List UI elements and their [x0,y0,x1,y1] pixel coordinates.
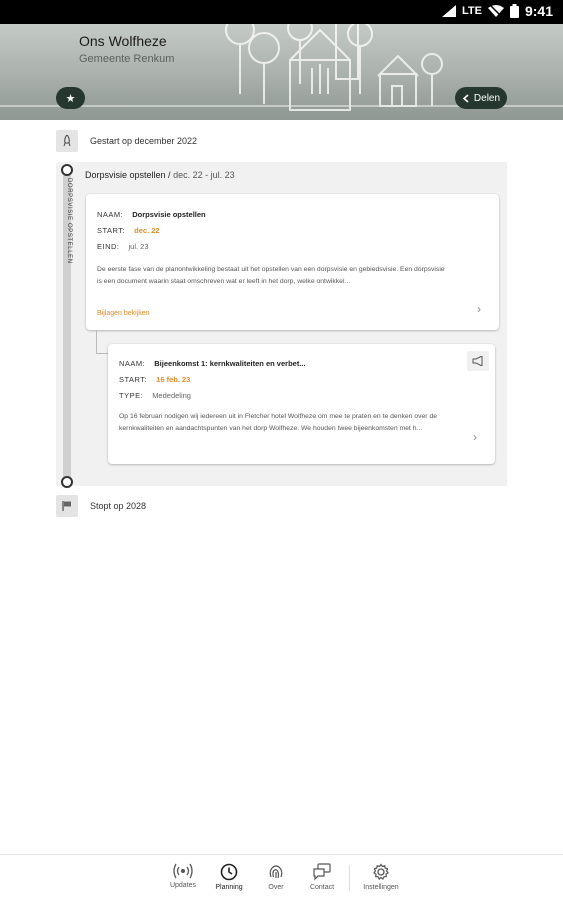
card-connector [96,330,108,354]
update-description: Op 16 februari nodigen wij iedereen uit … [119,413,438,432]
network-type: LTE [462,5,482,17]
chevron-right-icon[interactable]: › [473,430,483,444]
phase-card[interactable]: NAAM: Dorpsvisie opstellen START: dec. 2… [86,194,499,330]
tab-divider [349,865,350,891]
fingerprint-icon [269,865,283,879]
flag-icon [56,495,78,517]
tab-over[interactable]: Over [251,863,301,891]
clock-icon [220,863,238,881]
chat-icon [313,863,331,881]
tab-instellingen[interactable]: Instellingen [356,863,406,891]
tab-contact[interactable]: Contact [297,863,347,891]
start-label: Gestart op december 2022 [90,136,198,146]
rocket-icon [56,130,78,152]
attachments-link[interactable]: Bijlagen bekijken [97,310,150,317]
phase-dates: dec. 22 - jul. 23 [173,170,235,180]
chevron-right-icon[interactable]: › [477,302,487,316]
phase-start-row: START: dec. 22 [97,226,160,235]
update-name-row: NAAM: Bijeenkomst 1: kernkwaliteiten en … [119,359,306,368]
phase-name-row: NAAM: Dorpsvisie opstellen [97,210,206,219]
status-bar: LTE 9:41 [0,0,563,24]
phase-description: De eerste fase van de planontwikkeling b… [97,266,445,285]
share-icon [462,93,469,103]
project-header: Ons Wolfheze Gemeente Renkum ★ Delen [0,24,563,120]
share-label: Delen [473,92,501,104]
phase-vertical-label: DORPSVISIE OPSTELLEN [66,178,72,264]
phase-end-row: EIND: jul. 23 [97,242,149,251]
phase-start-dot [61,164,73,176]
megaphone-icon [467,351,489,371]
share-button[interactable]: Delen [455,87,507,109]
start-milestone: Gestart op december 2022 [56,130,197,152]
battery-icon [509,4,519,18]
tab-planning[interactable]: Planning [204,863,254,891]
tab-updates[interactable]: Updates [158,863,208,889]
signal-icon [442,5,456,17]
update-type-row: TYPE: Mededeling [119,391,191,400]
project-municipality: Gemeente Renkum [79,53,175,65]
clock-time: 9:41 [524,3,553,19]
wifi-icon [487,5,504,17]
planning-timeline: Gestart op december 2022 DORPSVISIE OPST… [0,120,563,854]
update-card[interactable]: NAAM: Bijeenkomst 1: kernkwaliteiten en … [108,344,495,464]
stop-milestone: Stopt op 2028 [56,495,146,517]
bottom-tab-bar: Updates Planning Over Contact Instelling… [0,854,563,900]
phase-panel: DORPSVISIE OPSTELLEN Dorpsvisie opstelle… [56,162,507,488]
phase-end-dot [61,476,73,488]
star-icon: ★ [65,92,76,105]
project-title: Ons Wolfheze [79,33,167,49]
gear-icon [373,863,389,880]
update-start-row: START: 16 feb. 23 [119,375,191,384]
stop-label: Stopt op 2028 [90,501,147,511]
favorite-button[interactable]: ★ [56,87,85,109]
broadcast-icon [173,863,193,879]
phase-title: Dorpsvisie opstellen / dec. 22 - jul. 23 [85,170,235,180]
